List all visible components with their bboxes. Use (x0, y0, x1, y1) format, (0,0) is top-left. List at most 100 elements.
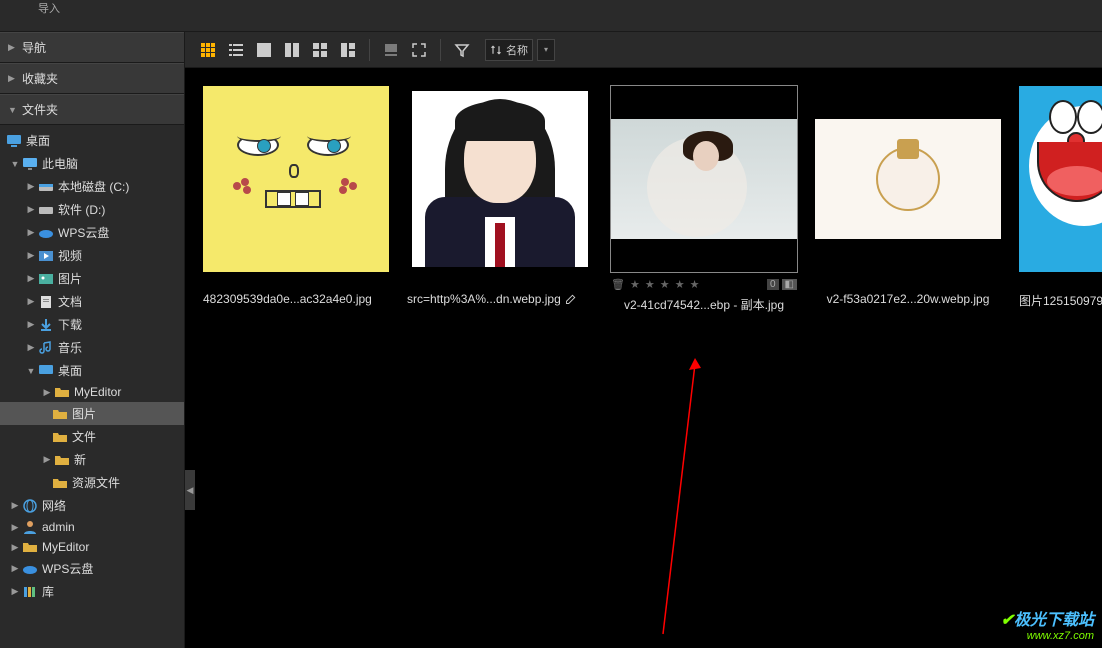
watermark: ✔极光下载站 www.xz7.com (1001, 606, 1094, 642)
tree-wps2[interactable]: ▶ WPS云盘 (0, 557, 184, 580)
tree-local-c[interactable]: ▶ 本地磁盘 (C:) (0, 175, 184, 198)
tree-desktop2[interactable]: ▼ 桌面 (0, 359, 184, 382)
sort-icon (490, 44, 502, 56)
tree-this-pc[interactable]: ▼ 此电脑 (0, 152, 184, 175)
user-icon (22, 520, 38, 534)
tree-docs[interactable]: ▶ 文档 (0, 290, 184, 313)
tree-pic-selected[interactable]: 图片 (0, 402, 184, 425)
chevron-right-icon: ▶ (10, 586, 20, 597)
panel-favorites[interactable]: ▶ 收藏夹 (0, 63, 184, 94)
chevron-right-icon: ▶ (26, 296, 36, 307)
drive-icon (38, 180, 54, 194)
chevron-right-icon: ▶ (42, 387, 52, 398)
panel-nav[interactable]: ▶ 导航 (0, 32, 184, 63)
sort-dropdown[interactable]: 名称 (485, 39, 533, 61)
sort-direction-button[interactable]: ▾ (537, 39, 555, 61)
tree-files[interactable]: 文件 (0, 425, 184, 448)
thumbnail-meta: 🗑 ★ ★ ★ ★ ★ 0 ◧ (611, 276, 797, 292)
folder-tree: 桌面 ▼ 此电脑 ▶ 本地磁盘 (C:) ▶ 软件 (D:) (0, 125, 184, 607)
rating-stars[interactable]: 🗑 ★ ★ ★ ★ ★ (611, 278, 701, 291)
chevron-right-icon: ▶ (26, 181, 36, 192)
music-icon (38, 341, 54, 355)
view-compare-button[interactable] (335, 37, 361, 63)
import-label: 导入 (38, 0, 60, 16)
tree-music[interactable]: ▶ 音乐 (0, 336, 184, 359)
chevron-right-icon: ▶ (10, 542, 20, 553)
chevron-right-icon: ▶ (26, 273, 36, 284)
desktop-icon (38, 364, 54, 378)
tree-library[interactable]: ▶ 库 (0, 580, 184, 603)
panel-fav-label: 收藏夹 (22, 70, 58, 87)
tree-new[interactable]: ▶ 新 (0, 448, 184, 471)
thumbnail-item-selected[interactable]: 🗑 ★ ★ ★ ★ ★ 0 ◧ v2-41cd74542...ebp - 副本.… (611, 86, 797, 313)
thumbnail-item[interactable]: v2-f53a0217e2...20w.webp.jpg (815, 86, 1001, 306)
fullscreen-button[interactable] (406, 37, 432, 63)
thumbnail-item[interactable]: src=http%3A%...dn.webp.jpg (407, 86, 593, 306)
tree-wps[interactable]: ▶ WPS云盘 (0, 221, 184, 244)
image-icon (38, 272, 54, 286)
thumbnail-image[interactable] (203, 86, 389, 272)
chevron-right-icon: ▶ (26, 204, 36, 215)
library-icon (22, 585, 38, 599)
filter-button[interactable] (449, 37, 475, 63)
view-split4-button[interactable] (307, 37, 333, 63)
thumbnail-image[interactable] (815, 86, 1001, 272)
thumbnail-image[interactable] (1019, 86, 1102, 272)
monitor-icon (22, 157, 38, 171)
color-label-badge[interactable]: 0 (767, 279, 779, 290)
view-grid-button[interactable] (195, 37, 221, 63)
chevron-right-icon: ▶ (26, 319, 36, 330)
panel-folders-label: 文件夹 (22, 101, 58, 118)
view-split2-button[interactable] (279, 37, 305, 63)
tree-desktop[interactable]: 桌面 (0, 129, 184, 152)
star-icon[interactable]: ★ ★ ★ ★ ★ (630, 278, 701, 291)
folder-icon (52, 407, 68, 421)
thumbnail-image[interactable] (407, 86, 593, 272)
tree-myeditor2[interactable]: ▶ MyEditor (0, 537, 184, 557)
folder-icon (54, 385, 70, 399)
folder-icon (54, 453, 70, 467)
view-toolbar: 名称 ▾ (185, 32, 1102, 68)
tree-soft-d[interactable]: ▶ 软件 (D:) (0, 198, 184, 221)
folder-icon (52, 476, 68, 490)
desktop-icon (6, 134, 22, 148)
chevron-right-icon: ▶ (42, 454, 52, 465)
edit-icon (565, 293, 577, 305)
layout-button[interactable] (378, 37, 404, 63)
folder-icon (52, 430, 68, 444)
cloud-icon (38, 226, 54, 240)
thumbnail-filename: 图片1251509799.jp (1019, 292, 1102, 309)
chevron-right-icon: ▶ (10, 500, 20, 511)
tree-resources[interactable]: 资源文件 (0, 471, 184, 494)
import-button[interactable]: 导入 (38, 0, 60, 16)
cloud-icon (22, 562, 38, 576)
chevron-right-icon: ▶ (8, 42, 18, 53)
chevron-right-icon: ▶ (8, 73, 18, 84)
sidebar-collapse-handle[interactable]: ◀ (185, 470, 195, 510)
folder-icon (22, 540, 38, 554)
thumbnail-item[interactable]: 图片1251509799.jp (1019, 86, 1102, 309)
download-icon (38, 318, 54, 332)
thumbnail-image[interactable] (611, 86, 797, 272)
tree-admin[interactable]: ▶ admin (0, 517, 184, 537)
view-list-button[interactable] (223, 37, 249, 63)
thumbnail-grid: 482309539da0e...ac32a4e0.jpg (185, 68, 1102, 648)
chevron-right-icon: ▶ (10, 522, 20, 533)
tree-myeditor[interactable]: ▶ MyEditor (0, 382, 184, 402)
thumbnail-filename: 482309539da0e...ac32a4e0.jpg (203, 292, 389, 306)
tree-downloads[interactable]: ▶ 下载 (0, 313, 184, 336)
thumbnail-filename: v2-41cd74542...ebp - 副本.jpg (611, 296, 797, 313)
thumbnail-filename: v2-f53a0217e2...20w.webp.jpg (815, 292, 1001, 306)
view-single-button[interactable] (251, 37, 277, 63)
trash-icon[interactable]: 🗑 (611, 278, 626, 291)
drive-icon (38, 203, 54, 217)
panel-folders[interactable]: ▼ 文件夹 (0, 94, 184, 125)
tag-icon[interactable]: ◧ (782, 279, 797, 290)
tree-video[interactable]: ▶ 视频 (0, 244, 184, 267)
tree-network[interactable]: ▶ 网络 (0, 494, 184, 517)
chevron-down-icon: ▼ (8, 105, 18, 115)
thumbnail-item[interactable]: 482309539da0e...ac32a4e0.jpg (203, 86, 389, 306)
sidebar: ▶ 导航 ▶ 收藏夹 ▼ 文件夹 桌面 ▼ 此电脑 (0, 32, 185, 648)
document-icon (38, 295, 54, 309)
tree-pictures[interactable]: ▶ 图片 (0, 267, 184, 290)
